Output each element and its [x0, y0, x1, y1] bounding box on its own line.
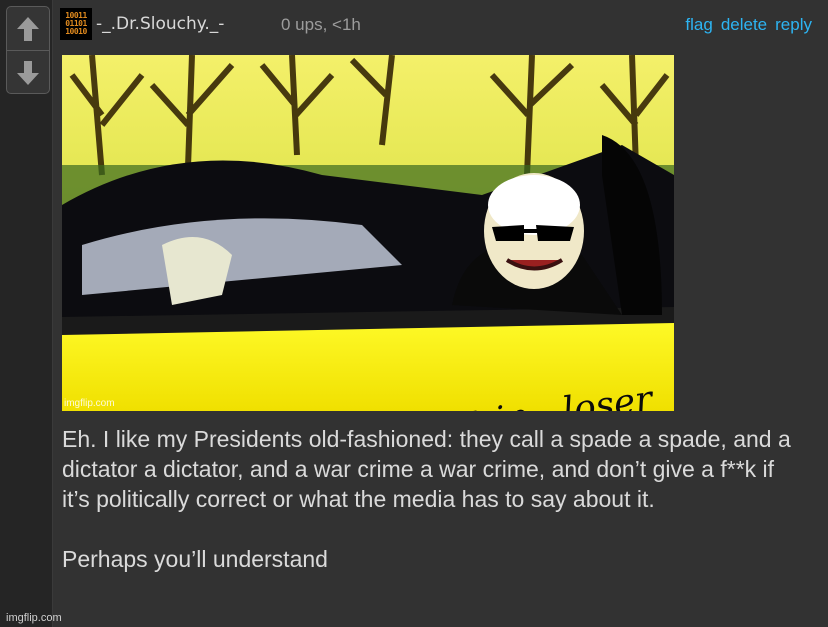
imgflip-watermark: imgflip.com: [6, 612, 62, 624]
downvote-button[interactable]: [7, 51, 49, 94]
vote-column: [0, 0, 53, 627]
comment-text: Eh. I like my Presidents old-fashioned: …: [62, 424, 807, 574]
arrow-up-icon: [17, 16, 39, 41]
post-meta: 0 ups, <1h: [281, 15, 361, 34]
user-avatar[interactable]: 10011 01101 10010: [60, 8, 92, 40]
reply-link[interactable]: reply: [775, 15, 812, 35]
comment-paragraph: Eh. I like my Presidents old-fashioned: …: [62, 426, 791, 512]
arrow-down-icon: [17, 60, 39, 85]
username-link[interactable]: -_.Dr.Slouchy._-: [96, 14, 224, 34]
upvote-button[interactable]: [7, 7, 49, 51]
meme-image[interactable]: Get in , loser imgflip.com: [62, 55, 674, 411]
flag-link[interactable]: flag: [685, 15, 712, 35]
avatar-line: 10010: [65, 27, 87, 36]
meme-watermark: imgflip.com: [64, 398, 115, 409]
comment-paragraph: Perhaps you’ll understand: [62, 546, 328, 572]
meme-artwork: [62, 55, 674, 411]
delete-link[interactable]: delete: [721, 15, 767, 35]
vote-box: [6, 6, 50, 94]
comment-actions: flag delete reply: [685, 15, 812, 35]
